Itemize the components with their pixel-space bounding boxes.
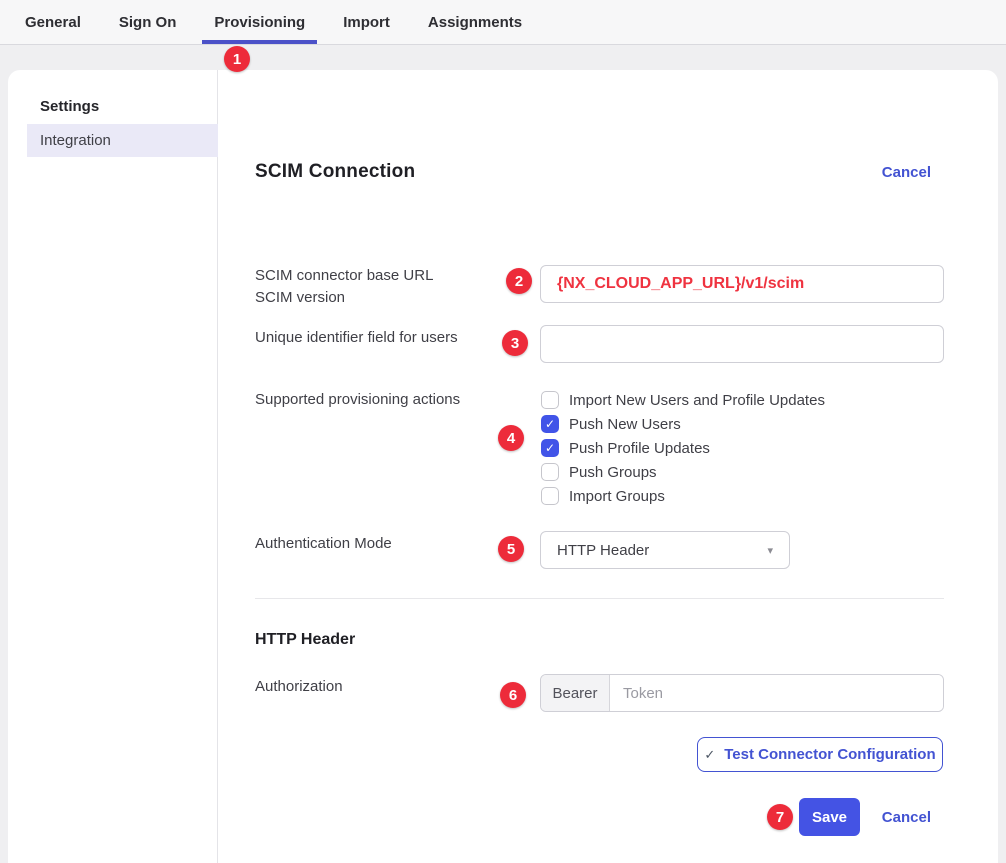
test-connector-button-label: Test Connector Configuration xyxy=(724,746,935,763)
checkbox-icon: ✓ xyxy=(541,391,559,409)
checkbox-import-groups[interactable]: ✓ Import Groups xyxy=(541,484,825,508)
checkbox-label: Import Groups xyxy=(569,488,665,505)
tab-sign-on[interactable]: Sign On xyxy=(107,0,189,44)
sidebar-heading: Settings xyxy=(40,98,99,115)
annotation-badge-5: 5 xyxy=(498,536,524,562)
settings-sidebar: Settings Integration xyxy=(8,70,218,863)
provisioning-settings-card: Settings Integration SCIM Connection Can… xyxy=(8,70,998,863)
annotation-badge-4: 4 xyxy=(498,425,524,451)
checkbox-import-new-users[interactable]: ✓ Import New Users and Profile Updates xyxy=(541,388,825,412)
cancel-link-top[interactable]: Cancel xyxy=(882,164,931,181)
checkbox-label: Push Profile Updates xyxy=(569,440,710,457)
scim-version-label: SCIM version xyxy=(255,289,345,306)
checkbox-icon: ✓ xyxy=(541,463,559,481)
checkbox-push-new-users[interactable]: ✓ Push New Users xyxy=(541,412,825,436)
tab-import[interactable]: Import xyxy=(331,0,402,44)
save-button[interactable]: Save xyxy=(799,798,860,836)
annotation-badge-7: 7 xyxy=(767,804,793,830)
unique-id-input[interactable] xyxy=(540,325,944,363)
checkbox-label: Push Groups xyxy=(569,464,657,481)
section-divider xyxy=(255,598,944,599)
app-tab-bar: General Sign On Provisioning Import Assi… xyxy=(0,0,1006,45)
base-url-label: SCIM connector base URL xyxy=(255,267,433,284)
checkbox-icon: ✓ xyxy=(541,487,559,505)
chevron-down-icon: ▾ xyxy=(767,544,773,557)
tab-assignments[interactable]: Assignments xyxy=(416,0,534,44)
bearer-prefix: Bearer xyxy=(541,675,610,711)
page-title: SCIM Connection xyxy=(255,161,415,183)
provisioning-actions-label: Supported provisioning actions xyxy=(255,391,460,408)
annotation-badge-2: 2 xyxy=(506,268,532,294)
authorization-input-group: Bearer xyxy=(540,674,944,712)
checkbox-push-groups[interactable]: ✓ Push Groups xyxy=(541,460,825,484)
auth-mode-select[interactable]: HTTP Header ▾ xyxy=(540,531,790,569)
tab-general[interactable]: General xyxy=(13,0,93,44)
checkbox-label: Import New Users and Profile Updates xyxy=(569,392,825,409)
check-icon: ✓ xyxy=(704,747,715,763)
checkbox-label: Push New Users xyxy=(569,416,681,433)
annotation-badge-3: 3 xyxy=(502,330,528,356)
checkbox-push-profile-updates[interactable]: ✓ Push Profile Updates xyxy=(541,436,825,460)
cancel-link-bottom[interactable]: Cancel xyxy=(882,809,931,826)
tab-provisioning[interactable]: Provisioning xyxy=(202,0,317,44)
sidebar-item-integration[interactable]: Integration xyxy=(27,124,218,157)
auth-mode-selected-value: HTTP Header xyxy=(557,542,649,559)
token-input[interactable] xyxy=(610,675,943,711)
auth-mode-label: Authentication Mode xyxy=(255,535,392,552)
provisioning-actions-list: ✓ Import New Users and Profile Updates ✓… xyxy=(541,388,825,508)
http-header-section-heading: HTTP Header xyxy=(255,631,355,649)
unique-id-label: Unique identifier field for users xyxy=(255,329,458,346)
checkbox-icon: ✓ xyxy=(541,439,559,457)
authorization-label: Authorization xyxy=(255,678,343,695)
sidebar-item-label: Integration xyxy=(40,132,111,149)
base-url-input[interactable] xyxy=(540,265,944,303)
test-connector-configuration-button[interactable]: ✓ Test Connector Configuration xyxy=(697,737,943,772)
checkbox-icon: ✓ xyxy=(541,415,559,433)
annotation-badge-6: 6 xyxy=(500,682,526,708)
annotation-badge-1: 1 xyxy=(224,46,250,72)
